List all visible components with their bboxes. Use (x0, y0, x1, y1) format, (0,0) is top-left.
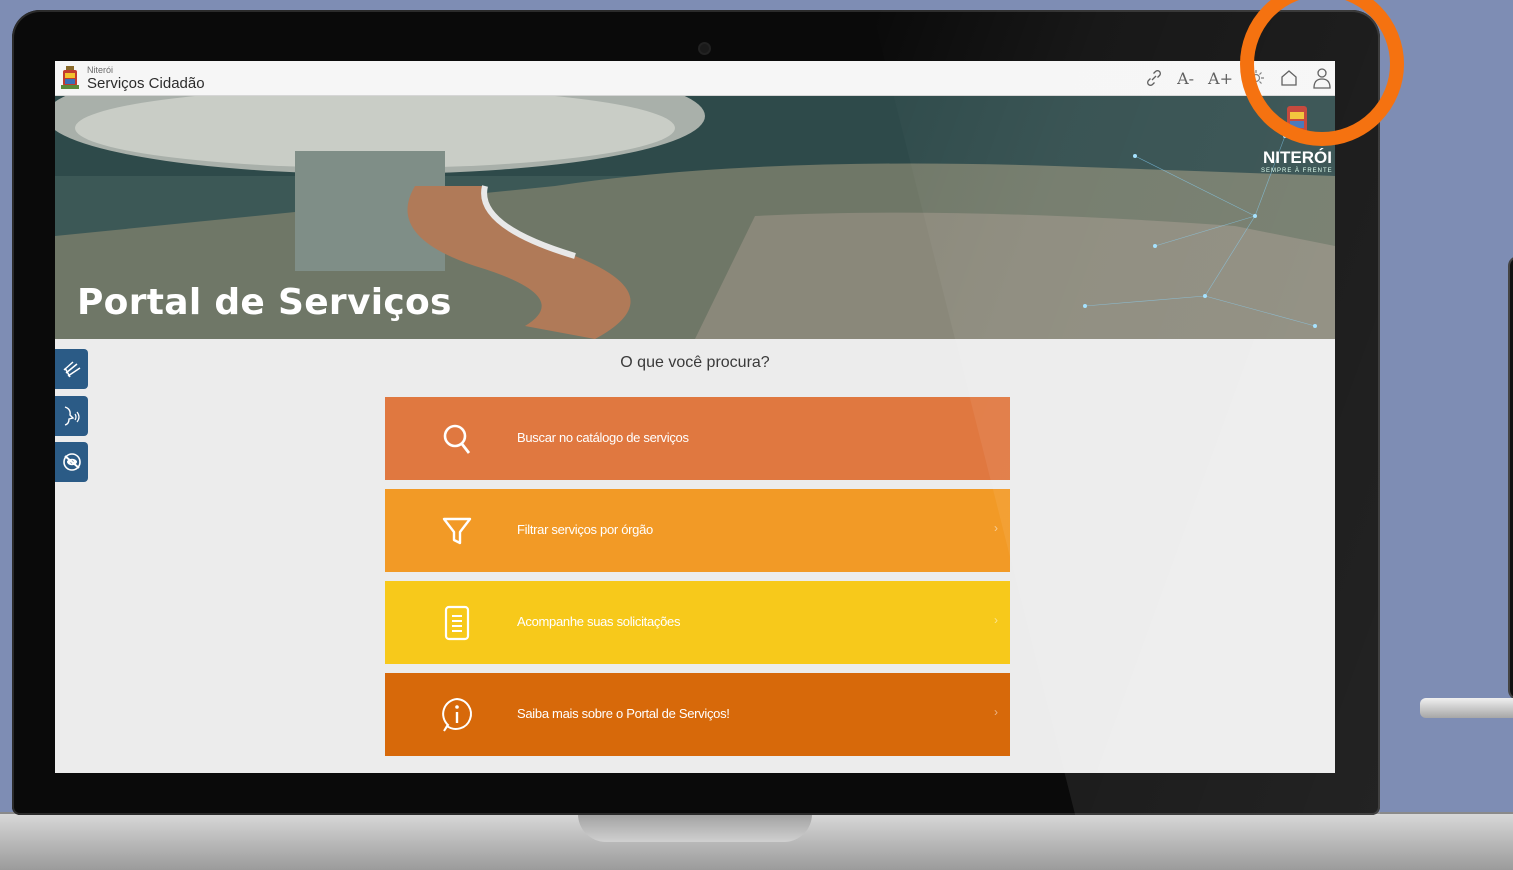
secondary-device (1508, 256, 1513, 700)
document-icon (437, 601, 477, 645)
decrease-font-button[interactable]: A- (1177, 69, 1194, 88)
voice-reader-button[interactable] (55, 396, 88, 436)
browser-screen: Niterói Serviços Cidadão A- A+ NITERÓI S… (55, 61, 1335, 773)
card-label: Saiba mais sobre o Portal de Serviços! (517, 706, 730, 721)
city-name: Niterói (87, 64, 114, 75)
site-brand[interactable]: Niterói Serviços Cidadão (61, 62, 205, 94)
info-icon (437, 693, 477, 737)
hero-logo-text: NITERÓI (1263, 148, 1332, 167)
filter-icon (437, 509, 477, 553)
card-label: Filtrar serviços por órgão (517, 522, 653, 537)
chevron-right-icon: › (994, 705, 998, 719)
link-icon[interactable] (1145, 69, 1163, 87)
card-label: Buscar no catálogo de serviços (517, 430, 689, 445)
hero-logo-tagline: SEMPRE À FRENTE (1261, 168, 1333, 174)
webcam (700, 44, 709, 53)
chevron-right-icon: › (994, 613, 998, 627)
search-prompt: O que você procura? (620, 354, 770, 371)
secondary-device-stand (1420, 698, 1513, 718)
hero-banner: NITERÓI SEMPRE À FRENTE Portal de Serviç… (55, 96, 1335, 339)
laptop-notch (578, 812, 812, 842)
search-catalog-card[interactable]: Buscar no catálogo de serviços (385, 397, 1010, 480)
learn-more-card[interactable]: Saiba mais sobre o Portal de Serviços! › (385, 673, 1010, 756)
page-title: Portal de Serviços (77, 282, 452, 323)
hide-eye-icon (62, 453, 81, 471)
increase-font-button[interactable]: A+ (1208, 69, 1233, 88)
track-requests-card[interactable]: Acompanhe suas solicitações › (385, 581, 1010, 664)
city-crest-icon (61, 66, 79, 89)
search-icon (437, 417, 477, 461)
voice-icon (64, 406, 80, 426)
filter-by-agency-card[interactable]: Filtrar serviços por órgão › (385, 489, 1010, 572)
portal-name: Serviços Cidadão (87, 74, 205, 92)
card-label: Acompanhe suas solicitações (517, 614, 681, 629)
chevron-right-icon: › (994, 521, 998, 535)
hide-content-button[interactable] (55, 442, 88, 482)
top-bar: Niterói Serviços Cidadão A- A+ (55, 61, 1335, 96)
